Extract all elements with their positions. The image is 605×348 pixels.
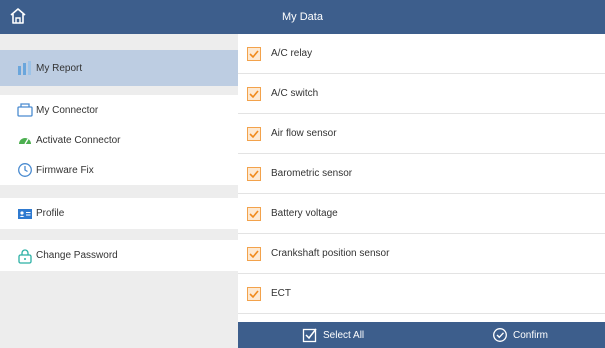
report-icon [17,60,33,76]
list-item[interactable]: A/C switch [238,74,605,114]
checkbox[interactable] [247,86,261,101]
clock-icon [17,162,33,178]
profile-card-icon [17,206,33,222]
confirm-button[interactable]: Confirm [492,322,548,348]
sidebar-item-label: My Report [36,62,83,74]
list-item[interactable]: A/C relay [238,34,605,74]
bottom-action-bar: Select All Confirm [238,322,605,348]
check-icon [249,129,259,138]
sidebar-item-my-connector[interactable]: My Connector [0,95,238,125]
select-all-label: Select All [323,329,365,341]
check-icon [249,209,259,218]
list-item-label: Air flow sensor [271,128,337,139]
check-icon [249,89,259,98]
sidebar-item-my-report[interactable]: My Report [0,50,238,86]
list-item[interactable]: Air flow sensor [238,114,605,154]
sidebar-item-activate-connector[interactable]: Activate Connector [0,125,238,155]
list-item-label: ECT [271,288,291,299]
checkbox[interactable] [247,126,261,141]
sidebar: My Report My Connector Activate Connecto… [0,34,238,348]
sidebar-item-label: Profile [36,208,65,219]
connector-icon [17,102,33,118]
check-icon [249,249,259,258]
list-item-label: Battery voltage [271,208,338,219]
list-item-label: A/C relay [271,48,313,59]
checkbox[interactable] [247,166,261,181]
checkbox[interactable] [247,206,261,221]
check-icon [249,169,259,178]
list-item[interactable]: ECT [238,274,605,314]
sidebar-item-label: My Connector [36,104,99,116]
list-item[interactable]: Battery voltage [238,194,605,234]
sidebar-item-profile[interactable]: Profile [0,198,238,229]
page-title: My Data [282,11,323,23]
checkbox[interactable] [247,46,261,61]
sidebar-item-firmware-fix[interactable]: Firmware Fix [0,155,238,185]
check-circle-icon [493,328,507,342]
list-item[interactable]: Barometric sensor [238,154,605,194]
list-item[interactable]: Crankshaft position sensor [238,234,605,274]
data-list: A/C relay A/C switch Air flow sensor Bar… [238,34,605,322]
select-all-button[interactable]: Select All [302,322,364,348]
checkbox[interactable] [247,246,261,261]
list-item-label: A/C switch [271,88,319,99]
sidebar-item-label: Change Password [36,250,118,261]
sidebar-item-label: Firmware Fix [36,164,94,176]
lock-icon [17,248,33,264]
list-item-label: Crankshaft position sensor [271,248,390,259]
sidebar-item-change-password[interactable]: Change Password [0,240,238,271]
gauge-icon [17,132,33,148]
sidebar-item-label: Activate Connector [36,134,121,146]
checkbox[interactable] [247,286,261,301]
top-bar: My Data [0,0,605,34]
checkbox-icon [302,328,317,343]
confirm-label: Confirm [513,329,549,341]
check-icon [249,289,259,298]
list-item-label: Barometric sensor [271,168,353,179]
check-icon [249,49,259,58]
